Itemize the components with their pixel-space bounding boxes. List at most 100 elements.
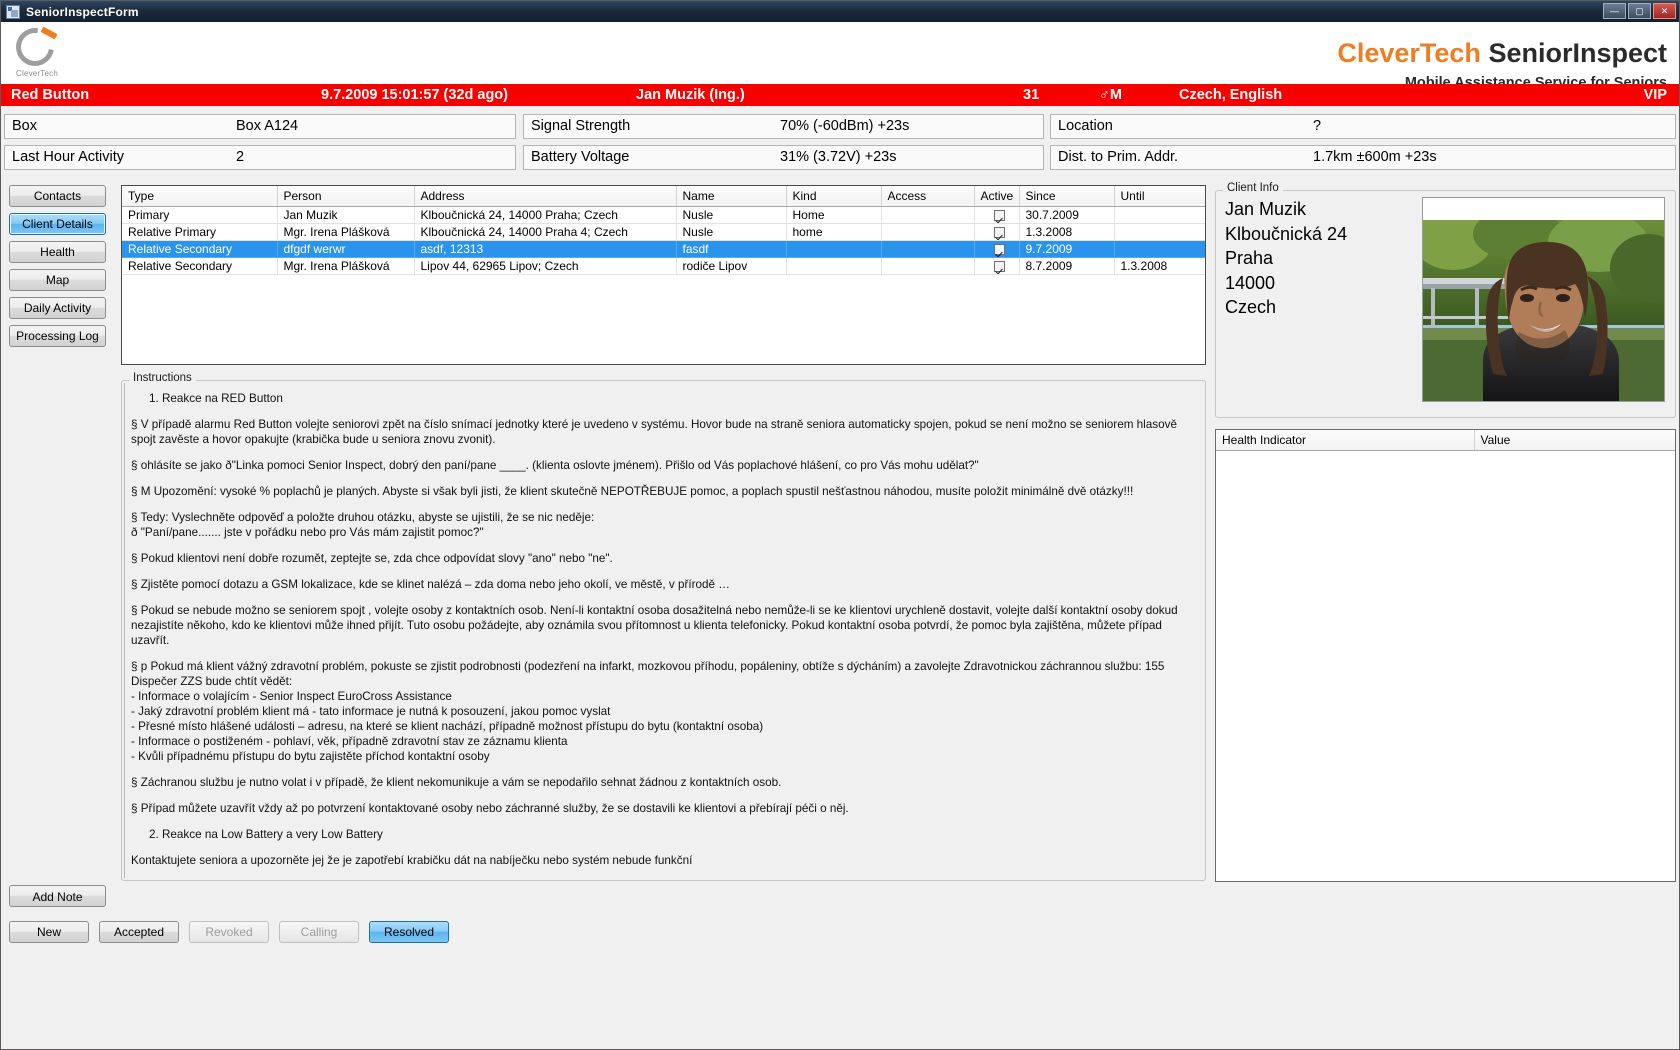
new-button[interactable]: New xyxy=(9,921,89,943)
sidebar-item-processing-log[interactable]: Processing Log xyxy=(9,325,106,347)
client-photo-frame xyxy=(1422,197,1665,402)
application-window: SeniorInspectForm — ▢ ✕ CleverTech Cleve… xyxy=(0,0,1680,1050)
instruction-p9d: - Jaký zdravotní problém klient má - tat… xyxy=(131,705,611,718)
instruction-p9a: § p Pokud má klient vážný zdravotní prob… xyxy=(131,660,1165,673)
close-button[interactable]: ✕ xyxy=(1653,3,1676,19)
cell-type: Relative Primary xyxy=(122,223,278,241)
info-battery-value: 31% (3.72V) +23s xyxy=(780,149,897,165)
cell-active[interactable] xyxy=(974,257,1020,275)
app-icon xyxy=(6,4,20,19)
info-battery-voltage: Battery Voltage 31% (3.72V) +23s xyxy=(523,145,1044,170)
info-signal-value: 70% (-60dBm) +23s xyxy=(780,118,910,134)
alert-person: Jan Muzik (Ing.) xyxy=(636,87,745,103)
info-activity-label: Last Hour Activity xyxy=(12,149,125,165)
active-checkbox[interactable] xyxy=(994,244,1005,256)
instruction-p6: § Pokud klientovi není dobře rozumět, ze… xyxy=(131,552,613,565)
alert-age: 31 xyxy=(1023,87,1040,103)
instructions-text-area[interactable]: 1. Reakce na RED Button § V případě alar… xyxy=(124,383,1203,878)
instruction-heading-2: 2. Reakce na Low Battery a very Low Batt… xyxy=(149,828,383,841)
cell-kind xyxy=(786,240,882,258)
health-indicators-grid[interactable]: Health Indicator Value xyxy=(1215,429,1676,882)
col-until[interactable]: Until xyxy=(1114,186,1205,207)
client-street: Klboučnická 24 xyxy=(1225,223,1348,244)
cell-since: 8.7.2009 xyxy=(1019,257,1115,275)
cell-name: Nusle xyxy=(676,206,787,224)
cell-access xyxy=(881,257,975,275)
status-info-grid: Box Box A124 Signal Strength 70% (-60dBm… xyxy=(4,114,1676,174)
instruction-heading-1: 1. Reakce na RED Button xyxy=(149,392,283,405)
sidebar-item-health[interactable]: Health xyxy=(9,241,106,263)
cell-until xyxy=(1114,223,1205,241)
col-name[interactable]: Name xyxy=(676,186,787,207)
client-name: Jan Muzik xyxy=(1225,199,1307,219)
sidebar-item-daily-activity[interactable]: Daily Activity xyxy=(9,297,106,319)
info-activity-value: 2 xyxy=(236,149,245,165)
revoked-button: Revoked xyxy=(189,921,269,943)
resolved-button[interactable]: Resolved xyxy=(369,921,449,943)
cell-active[interactable] xyxy=(974,223,1020,241)
cell-address: Klboučnická 24, 14000 Praha; Czech xyxy=(414,206,677,224)
col-health-value[interactable]: Value xyxy=(1474,430,1675,451)
info-box: Box Box A124 xyxy=(4,114,516,139)
brand-bar: CleverTech CleverTech SeniorInspect Mobi… xyxy=(1,20,1679,91)
instruction-p8: § Pokud se nebude možno se seniorem spoj… xyxy=(131,604,1178,647)
cell-type: Primary xyxy=(122,206,278,224)
maximize-button[interactable]: ▢ xyxy=(1628,3,1651,19)
info-box-value: Box A124 xyxy=(236,118,299,134)
alert-gender: ♂M xyxy=(1099,87,1122,103)
cell-until xyxy=(1114,240,1205,258)
instruction-p9g: - Kvůli případnému přístupu do bytu zaji… xyxy=(131,750,490,763)
add-note-button[interactable]: Add Note xyxy=(9,885,106,907)
cell-active[interactable] xyxy=(974,240,1020,258)
client-zip: 14000 xyxy=(1225,272,1276,293)
minimize-button[interactable]: — xyxy=(1603,3,1626,19)
info-distance-label: Dist. to Prim. Addr. xyxy=(1058,149,1179,165)
active-checkbox[interactable] xyxy=(994,261,1005,273)
accepted-button[interactable]: Accepted xyxy=(99,921,179,943)
clevertech-logo-icon: CleverTech xyxy=(8,20,63,82)
col-access[interactable]: Access xyxy=(881,186,975,207)
col-health-indicator[interactable]: Health Indicator xyxy=(1216,430,1475,451)
sidebar-item-client-details[interactable]: Client Details xyxy=(9,213,106,235)
cell-person: dfgdf werwr xyxy=(277,240,415,258)
client-address-block: Jan Muzik Klboučnická 24 Praha 14000 Cze… xyxy=(1225,197,1347,320)
client-country: Czech xyxy=(1225,297,1277,317)
logo-caption: CleverTech xyxy=(15,69,58,78)
active-checkbox[interactable] xyxy=(994,210,1005,222)
col-person[interactable]: Person xyxy=(277,186,415,207)
col-active[interactable]: Active xyxy=(974,186,1020,207)
avatar xyxy=(1423,220,1664,401)
brand-title: CleverTech SeniorInspect xyxy=(1337,40,1667,67)
health-header-row: Health Indicator Value xyxy=(1216,430,1675,451)
contacts-grid[interactable]: Type Person Address Name Kind Access Act… xyxy=(121,185,1206,365)
info-distance-primary-address: Dist. to Prim. Addr. 1.7km ±600m +23s xyxy=(1050,145,1676,170)
title-bar: SeniorInspectForm — ▢ ✕ xyxy=(1,1,1679,22)
table-row[interactable]: Relative Primary Mgr. Irena Plášková Klb… xyxy=(122,223,1205,241)
col-since[interactable]: Since xyxy=(1019,186,1115,207)
instruction-p5a: § Tedy: Vyslechněte odpověď a položte dr… xyxy=(131,511,595,524)
brand-name-secondary: SeniorInspect xyxy=(1488,38,1667,68)
table-row[interactable]: Relative Secondary Mgr. Irena Plášková L… xyxy=(122,257,1205,275)
info-location-label: Location xyxy=(1058,118,1113,134)
client-info-group: Client Info Jan Muzik Klboučnická 24 Pra… xyxy=(1215,182,1676,418)
cell-name: rodiče Lipov xyxy=(676,257,787,275)
table-row[interactable]: Primary Jan Muzik Klboučnická 24, 14000 … xyxy=(122,206,1205,224)
cell-until: 1.3.2008 xyxy=(1114,257,1205,275)
sidebar-item-contacts[interactable]: Contacts xyxy=(9,185,106,207)
action-button-bar: New Accepted Revoked Calling Resolved xyxy=(9,921,459,945)
sidebar-item-map[interactable]: Map xyxy=(9,269,106,291)
table-row-selected[interactable]: Relative Secondary dfgdf werwr asdf, 123… xyxy=(122,240,1205,258)
instruction-p9e: - Přesné místo hlášené události – adresu… xyxy=(131,720,764,733)
cell-address: Klboučnická 24, 14000 Praha 4; Czech xyxy=(414,223,677,241)
cell-access xyxy=(881,206,975,224)
alert-vip-badge: VIP xyxy=(1643,87,1667,103)
logo-ring-shape xyxy=(8,20,62,74)
cell-name: fasdf xyxy=(676,240,787,258)
active-checkbox[interactable] xyxy=(994,227,1005,239)
info-location: Location ? xyxy=(1050,114,1676,139)
col-kind[interactable]: Kind xyxy=(786,186,882,207)
col-address[interactable]: Address xyxy=(414,186,677,207)
col-type[interactable]: Type xyxy=(122,186,278,207)
cell-active[interactable] xyxy=(974,206,1020,224)
info-location-value: ? xyxy=(1313,118,1322,134)
